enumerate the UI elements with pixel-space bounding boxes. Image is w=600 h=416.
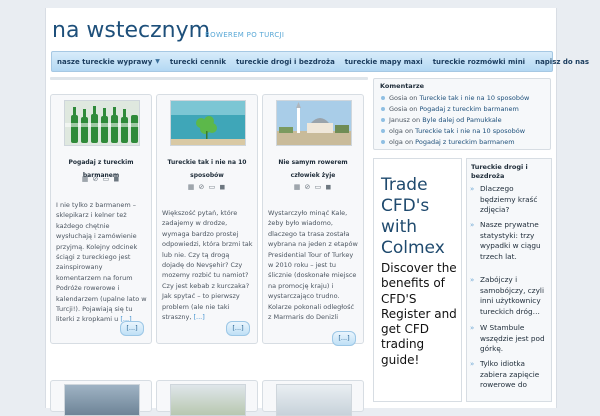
excerpt-ellipsis-link[interactable]: [...] bbox=[194, 313, 205, 321]
bullet-icon bbox=[381, 129, 385, 133]
nav-label: turecki cennik bbox=[169, 57, 227, 66]
site-tagline: rowerem po Turcji bbox=[205, 31, 285, 39]
excerpt-text: Większość pytań, które zadajemy w drodze… bbox=[162, 209, 253, 322]
comment-item: olga on Pogadaj z tureckim barmanem bbox=[381, 138, 515, 146]
post-thumbnail-sea[interactable] bbox=[170, 100, 246, 146]
widget-heading: Tureckie drogi i bezdroża bbox=[471, 163, 528, 180]
post-thumbnail[interactable] bbox=[170, 384, 246, 416]
chevron-right-icon: » bbox=[470, 276, 475, 284]
post-card: Nie samym rowerem człowiek żyje ▦ ⊘ ▭ ◼ … bbox=[262, 94, 364, 346]
comment-post-link[interactable]: Byle dalej od Pamukkale bbox=[422, 116, 501, 124]
ad-body[interactable]: Discover the benefits of CFD'S Register … bbox=[381, 261, 461, 368]
sidebar-item-label: Dlaczego będziemy kraść zdjęcia? bbox=[480, 184, 538, 215]
post-thumbnail[interactable] bbox=[276, 384, 352, 416]
nav-label: tureckie drogi i bezdroża bbox=[236, 57, 335, 66]
recent-comments-widget: Komentarze Gosia on Tureckie tak i nie n… bbox=[373, 78, 551, 150]
nav-item-drogi[interactable]: tureckie drogi i bezdroża bbox=[231, 58, 340, 66]
read-more-button[interactable]: [...] bbox=[332, 331, 356, 346]
post-title[interactable]: Nie samym rowerem człowiek żyje bbox=[267, 156, 359, 182]
sidebar-item[interactable]: » Nasze prywatne statystyki: trzy wypadki… bbox=[470, 220, 550, 262]
nav-item-kontakt[interactable]: napisz do nas bbox=[530, 58, 594, 66]
post-excerpt: Większość pytań, które zadajemy w drodze… bbox=[162, 208, 253, 322]
comment-on: on bbox=[409, 105, 418, 113]
chevron-right-icon: » bbox=[470, 360, 475, 368]
comment-on: on bbox=[404, 127, 414, 135]
excerpt-text: I nie tylko z barmanem – sklepikarz i ke… bbox=[56, 201, 147, 324]
comment-item: Gosia on Tureckie tak i nie na 10 sposob… bbox=[381, 94, 529, 102]
comment-item: Gosia on Pogadaj z tureckim barmanem bbox=[381, 105, 519, 113]
sidebar-item-label: Tylko idiotka zabiera zapięcie rowerowe … bbox=[480, 359, 540, 390]
comment-author: Gosia bbox=[389, 105, 408, 113]
chevron-down-icon: ▼ bbox=[155, 58, 160, 65]
ad-headline[interactable]: Trade CFD's with Colmex bbox=[381, 175, 461, 259]
post-thumbnail[interactable] bbox=[64, 384, 140, 416]
comment-item: Janusz on Byle dalej od Pamukkale bbox=[381, 116, 502, 124]
post-card-partial bbox=[50, 380, 152, 416]
chevron-right-icon: » bbox=[470, 221, 475, 229]
post-excerpt: Wystarczyło minąć Kale, żeby było wiadom… bbox=[268, 209, 358, 322]
post-thumbnail-mosque[interactable] bbox=[276, 100, 352, 146]
chevron-right-icon: » bbox=[470, 185, 475, 193]
comment-item: olga on Tureckie tak i nie na 10 sposobó… bbox=[381, 127, 525, 135]
sidebar-item[interactable]: » Tylko idiotka zabiera zapięcie rowerowe… bbox=[470, 359, 550, 391]
post-card: Pogadaj z tureckim barmanem ▦ ⊘ ▭ ◼ I ni… bbox=[50, 94, 152, 344]
comment-author: Gosia bbox=[389, 94, 408, 102]
comment-post-link[interactable]: Pogadaj z tureckim barmanem bbox=[415, 138, 514, 146]
comment-post-link[interactable]: Tureckie tak i nie na 10 sposobów bbox=[415, 127, 525, 135]
post-title[interactable]: Tureckie tak i nie na 10 sposobów bbox=[161, 156, 253, 182]
advertisement[interactable]: Trade CFD's with Colmex Discover the ben… bbox=[373, 158, 462, 402]
post-meta-icons: ▦ ⊘ ▭ ◼ bbox=[187, 183, 227, 191]
chevron-right-icon: » bbox=[470, 324, 475, 332]
bullet-icon bbox=[381, 96, 385, 100]
comment-post-link[interactable]: Tureckie tak i nie na 10 sposobów bbox=[419, 94, 529, 102]
bullet-icon bbox=[381, 118, 385, 122]
post-meta-icons: ▦ ⊘ ▭ ◼ bbox=[81, 175, 121, 183]
widget-heading: Komentarze bbox=[380, 82, 425, 90]
nav-label: tureckie mapy maxi bbox=[344, 57, 423, 66]
sidebar-item[interactable]: » Dlaczego będziemy kraść zdjęcia? bbox=[470, 184, 550, 216]
post-card-partial bbox=[262, 380, 364, 416]
sidebar-item[interactable]: » W Stambule wszędzie jest pod górkę. bbox=[470, 323, 550, 355]
read-more-button[interactable]: [...] bbox=[120, 321, 144, 336]
nav-item-wyprawy[interactable]: nasze tureckie wyprawy ▼ bbox=[52, 58, 165, 66]
category-widget: Tureckie drogi i bezdroża » Dlaczego będz… bbox=[466, 158, 552, 402]
nav-label: napisz do nas bbox=[535, 57, 590, 66]
sidebar-item-label: W Stambule wszędzie jest pod górkę. bbox=[480, 323, 545, 354]
sidebar-item[interactable]: » Zabójczy i samobójczy, czyli inni użytk… bbox=[470, 275, 550, 317]
nav-item-cennik[interactable]: turecki cennik bbox=[165, 58, 231, 66]
site-title[interactable]: na wstecznym bbox=[52, 18, 210, 43]
main-navigation: nasze tureckie wyprawy ▼ turecki cennik t… bbox=[51, 51, 589, 72]
bullet-icon bbox=[381, 107, 385, 111]
read-more-button[interactable]: [...] bbox=[226, 321, 250, 336]
post-card: Tureckie tak i nie na 10 sposobów ▦ ⊘ ▭ … bbox=[156, 94, 258, 344]
mosque-image bbox=[277, 101, 351, 145]
nav-label: tureckie rozmówki mini bbox=[432, 57, 526, 66]
nav-item-rozmowki[interactable]: tureckie rozmówki mini bbox=[428, 58, 530, 66]
sidebar-item-label: Zabójczy i samobójczy, czyli inni użytko… bbox=[480, 275, 544, 316]
post-excerpt: I nie tylko z barmanem – sklepikarz i ke… bbox=[56, 200, 147, 325]
post-thumbnail-bottles[interactable] bbox=[64, 100, 140, 146]
bottles-image bbox=[65, 101, 139, 145]
nav-label: nasze tureckie wyprawy bbox=[57, 57, 153, 66]
comment-on: on bbox=[409, 94, 418, 102]
post-meta-icons: ▦ ⊘ ▭ ◼ bbox=[293, 183, 333, 191]
comment-on: on bbox=[404, 138, 414, 146]
content-divider bbox=[50, 77, 368, 80]
post-card-partial bbox=[156, 380, 258, 416]
bullet-icon bbox=[381, 140, 385, 144]
comment-author: Janusz bbox=[389, 116, 410, 124]
comment-post-link[interactable]: Pogadaj z tureckim barmanem bbox=[419, 105, 518, 113]
sidebar-item-label: Nasze prywatne statystyki: trzy wypadki … bbox=[480, 220, 541, 261]
sea-clover-image bbox=[171, 101, 245, 145]
comment-author: olga bbox=[389, 127, 403, 135]
comment-author: olga bbox=[389, 138, 403, 146]
nav-item-mapy[interactable]: tureckie mapy maxi bbox=[340, 58, 428, 66]
comment-on: on bbox=[412, 116, 421, 124]
